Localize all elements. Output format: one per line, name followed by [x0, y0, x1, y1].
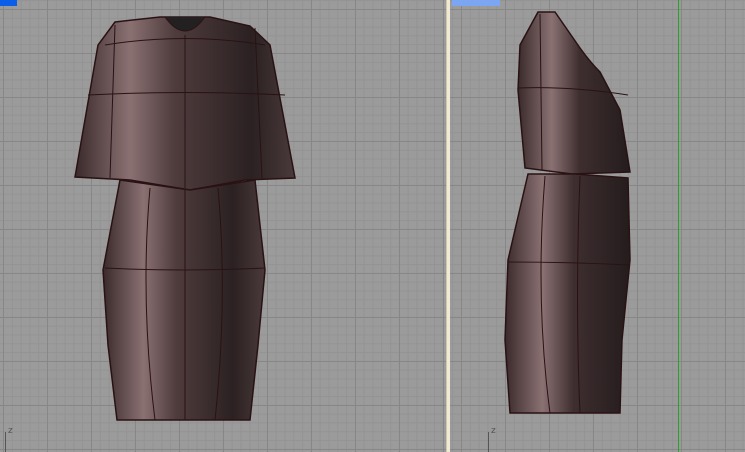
axis-indicator: z [488, 426, 502, 452]
skirt-front [102, 179, 266, 421]
axis-label: z [8, 426, 13, 436]
dress-front-model[interactable] [0, 0, 446, 452]
right-viewport[interactable]: z [450, 0, 745, 452]
axis-indicator: z [5, 426, 19, 452]
skirt-side [504, 173, 631, 414]
axis-label: z [491, 426, 496, 436]
front-viewport[interactable]: z [0, 0, 446, 452]
dress-side-model[interactable] [450, 0, 745, 452]
